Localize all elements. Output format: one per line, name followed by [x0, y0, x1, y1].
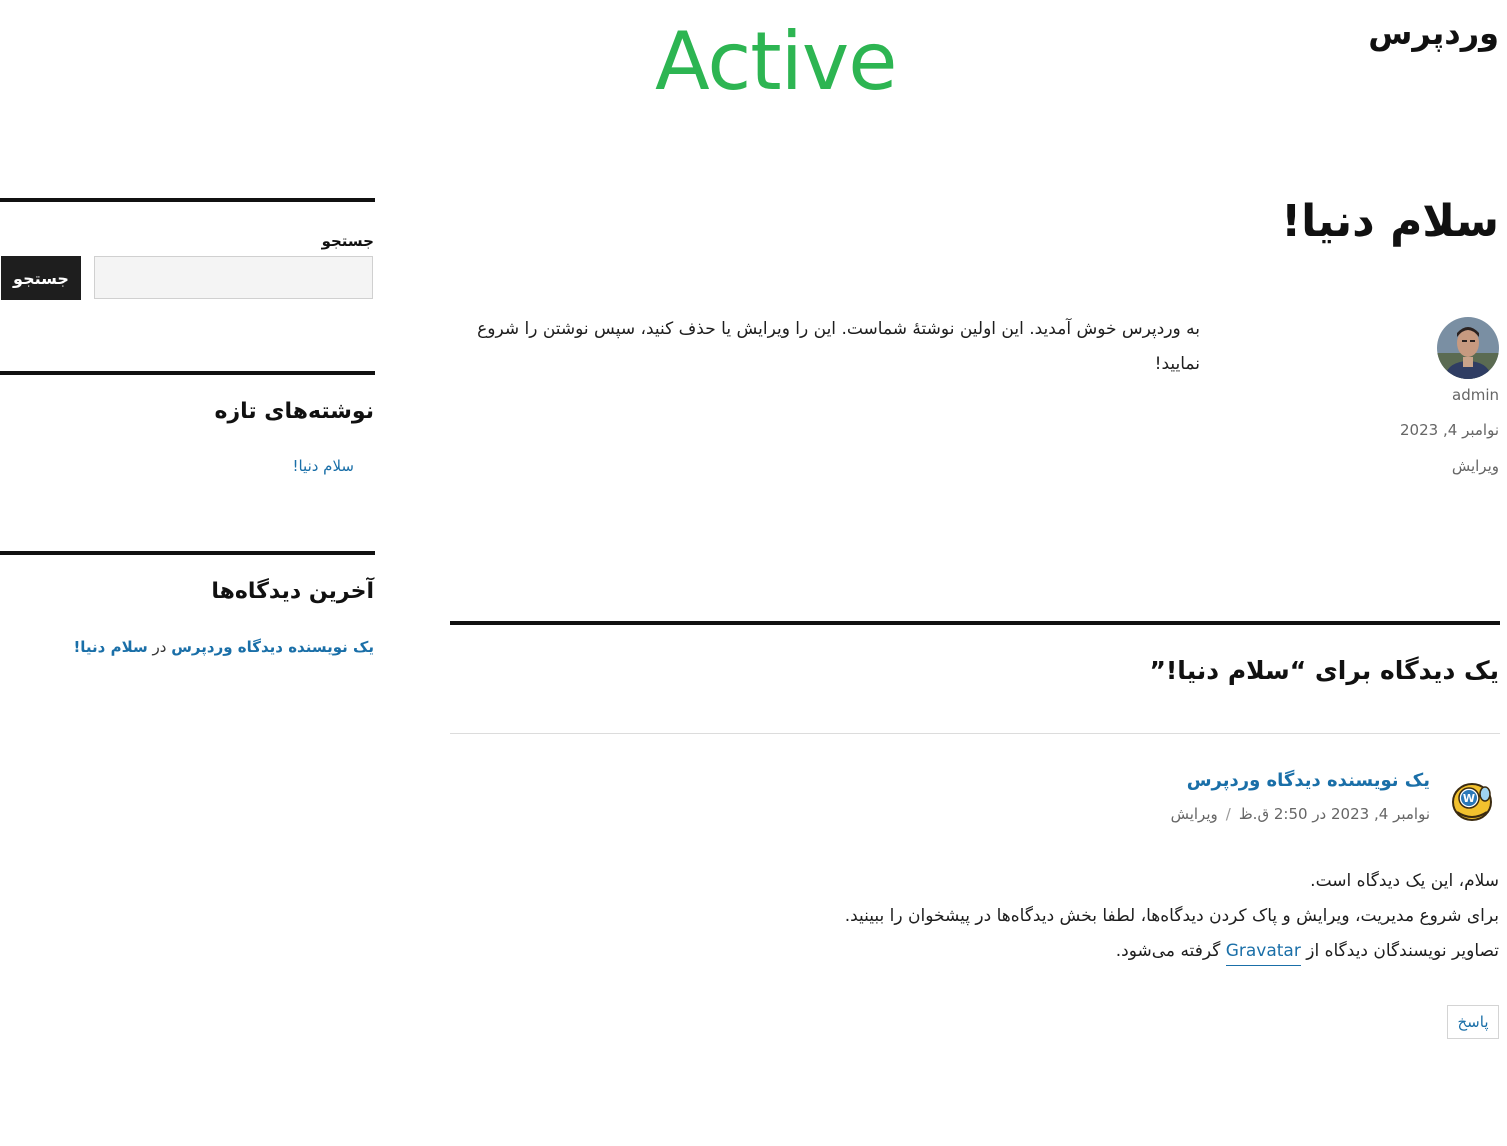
recent-comment-in: در [152, 638, 167, 656]
post-author-link[interactable]: admin [1452, 386, 1499, 404]
sidebar-search-divider [0, 198, 375, 202]
comment-author-link[interactable]: یک نویسنده دیدگاه وردپرس [1187, 770, 1430, 791]
svg-text:W: W [1463, 792, 1475, 805]
comment-line-3: تصاویر نویسندگان دیدگاه از Gravatar گرفت… [499, 934, 1499, 969]
recent-comments-title: آخرین دیدگاه‌ها [211, 579, 374, 604]
search-input[interactable] [94, 256, 373, 299]
wordpress-mascot-icon: W [1452, 783, 1492, 821]
comment-avatar: W [1447, 774, 1497, 824]
post-edit-link[interactable]: ویرایش [1452, 457, 1499, 475]
comment-date-link[interactable]: نوامبر 4, 2023 در 2:50 ق.ظ [1239, 805, 1430, 823]
reply-button[interactable]: پاسخ [1447, 1005, 1499, 1039]
comment-body: سلام، این یک دیدگاه است. برای شروع مدیری… [499, 864, 1499, 969]
comments-title: یک دیدگاه برای “سلام دنیا!” [1149, 656, 1499, 685]
recent-comment-item: یک نویسنده دیدگاه وردپرس در سلام دنیا! [0, 638, 374, 656]
recent-posts-title: نوشته‌های تازه [214, 399, 374, 424]
comment-line-3-after: گرفته می‌شود. [1115, 941, 1221, 961]
comment-meta: نوامبر 4, 2023 در 2:50 ق.ظ / ویرایش [1171, 805, 1430, 823]
gravatar-link[interactable]: Gravatar [1225, 941, 1301, 966]
recent-comment-author-link[interactable]: یک نویسنده دیدگاه وردپرس [171, 638, 374, 656]
comment-line-2: برای شروع مدیریت، ویرایش و پاک کردن دیدگ… [844, 906, 1499, 926]
post-date-link[interactable]: نوامبر 4, 2023 [1400, 421, 1499, 439]
site-title[interactable]: وردپرس [1368, 14, 1499, 52]
post-title: سلام دنیا! [1281, 196, 1499, 247]
post-content: به وردپرس خوش آمدید. این اولین نوشتهٔ شم… [477, 319, 1200, 374]
comment-line-3-before: تصاویر نویسندگان دیدگاه از [1306, 941, 1499, 961]
active-logo: Active [655, 15, 897, 108]
recent-post-link[interactable]: سلام دنیا! [292, 457, 354, 475]
comments-divider [450, 621, 1500, 625]
search-label: جستجو [321, 232, 374, 250]
sidebar-recent-comments-divider [0, 551, 375, 555]
comment-edit-link[interactable]: ویرایش [1171, 805, 1218, 823]
comments-title-rule [450, 733, 1500, 734]
author-avatar[interactable] [1437, 317, 1499, 379]
author-avatar-image [1437, 317, 1499, 379]
sidebar-recent-posts-divider [0, 371, 375, 375]
comment-line-1: سلام، این یک دیدگاه است. [1310, 871, 1499, 891]
recent-comment-post-link[interactable]: سلام دنیا! [73, 638, 147, 656]
comment-meta-separator: / [1225, 805, 1231, 823]
search-button[interactable]: جستجو [1, 256, 81, 300]
